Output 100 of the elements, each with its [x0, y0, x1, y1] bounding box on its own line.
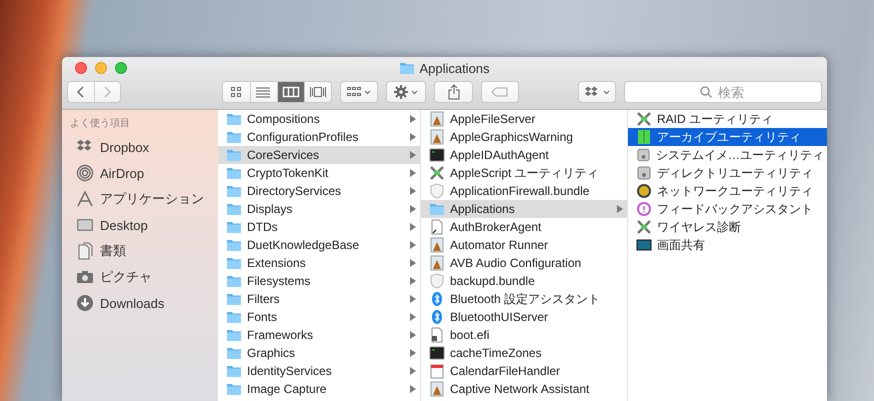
archive-icon — [636, 129, 652, 145]
file-row[interactable]: Extensions — [218, 254, 420, 272]
file-row[interactable]: DirectoryServices — [218, 182, 420, 200]
desktop-icon — [76, 216, 94, 234]
dropbox-button[interactable] — [578, 81, 616, 103]
file-row[interactable]: Bluetooth 設定アシスタント — [421, 290, 627, 308]
file-row[interactable]: 画面共有 — [628, 236, 827, 254]
pictures-icon — [76, 268, 94, 286]
file-row[interactable]: cacheTimeZones — [421, 344, 627, 362]
file-row[interactable]: AppleGraphicsWarning — [421, 128, 627, 146]
folder-icon — [226, 129, 242, 145]
view-mode-button[interactable] — [277, 82, 304, 102]
dropbox-icon — [584, 85, 600, 99]
folder-icon — [226, 255, 242, 271]
file-row[interactable]: ApplicationFirewall.bundle — [421, 182, 627, 200]
grid-icon — [347, 86, 361, 98]
file-row[interactable]: Applications — [421, 200, 627, 218]
view-mode-button[interactable] — [250, 82, 277, 102]
file-row[interactable]: CoreServices — [218, 146, 420, 164]
file-row[interactable]: ワイヤレス診断 — [628, 218, 827, 236]
sidebar-item[interactable]: アプリケーション — [70, 186, 218, 212]
chevron-left-icon — [76, 86, 85, 98]
file-row[interactable]: Fonts — [218, 308, 420, 326]
sidebar-item[interactable]: Desktop — [70, 212, 218, 238]
sidebar-item[interactable]: 書類 — [70, 238, 218, 264]
folder-icon — [226, 165, 242, 181]
back-button[interactable] — [68, 82, 94, 102]
file-row[interactable]: システムイメ…ユーティリティ — [628, 146, 827, 164]
folder-icon — [226, 111, 242, 127]
share-button[interactable] — [434, 81, 473, 103]
coverflow-view-icon — [309, 84, 327, 100]
app-icon — [429, 381, 445, 397]
file-row[interactable]: Automator Runner — [421, 236, 627, 254]
sidebar-item[interactable]: ピクチャ — [70, 264, 218, 290]
sidebar-item[interactable]: Dropbox — [70, 134, 218, 160]
file-row[interactable]: Displays — [218, 200, 420, 218]
tools-icon — [636, 219, 652, 235]
file-row[interactable]: AuthBrokerAgent — [421, 218, 627, 236]
calendar-icon — [429, 363, 445, 379]
share-icon — [448, 84, 460, 100]
file-row[interactable]: アーカイブユーティリティ — [628, 128, 827, 146]
folder-icon — [226, 327, 242, 343]
file-row[interactable]: Captive Network Assistant — [421, 380, 627, 398]
columns-view-icon — [282, 84, 300, 100]
screen-icon — [636, 237, 652, 253]
app-icon — [429, 255, 445, 271]
close-button[interactable] — [75, 62, 87, 74]
bluetooth-icon — [429, 291, 445, 307]
file-row[interactable]: DuetKnowledgeBase — [218, 236, 420, 254]
file-row[interactable]: Filters — [218, 290, 420, 308]
folder-icon — [226, 273, 242, 289]
applications-icon — [76, 190, 94, 208]
caret-icon — [603, 90, 610, 94]
file-row[interactable]: AppleScript ユーティリティ — [421, 164, 627, 182]
file-row[interactable]: AppleIDAuthAgent — [421, 146, 627, 164]
airdrop-icon — [76, 164, 94, 182]
file-row[interactable]: CryptoTokenKit — [218, 164, 420, 182]
folder-icon — [226, 183, 242, 199]
bundle-icon — [429, 273, 445, 289]
file-row[interactable]: ネットワークユーティリティ — [628, 182, 827, 200]
arrange-button[interactable] — [340, 81, 378, 103]
file-row[interactable]: boot.efi — [421, 326, 627, 344]
file-row[interactable]: AppleFileServer — [421, 110, 627, 128]
file-row[interactable]: RAID ユーティリティ — [628, 110, 827, 128]
file-row[interactable]: AVB Audio Configuration — [421, 254, 627, 272]
network-icon — [636, 183, 652, 199]
alias-icon — [429, 219, 445, 235]
file-row[interactable]: Frameworks — [218, 326, 420, 344]
sidebar-heading: よく使う項目 — [70, 117, 131, 130]
file-row[interactable]: CalendarFileHandler — [421, 362, 627, 380]
window-title: Applications — [419, 60, 490, 76]
chevron-right-icon — [103, 86, 112, 98]
file-row[interactable]: DTDs — [218, 218, 420, 236]
zoom-button[interactable] — [115, 62, 127, 74]
folder-icon — [226, 309, 242, 325]
file-row[interactable]: Compositions — [218, 110, 420, 128]
gear-icon — [394, 85, 408, 99]
caret-icon — [364, 90, 371, 94]
file-row[interactable]: Image Capture — [218, 380, 420, 398]
file-row[interactable]: Graphics — [218, 344, 420, 362]
sidebar-item[interactable]: Downloads — [70, 290, 218, 316]
settings-button[interactable] — [386, 81, 426, 103]
app-icon — [429, 129, 445, 145]
file-row[interactable]: IdentityServices — [218, 362, 420, 380]
folder-icon — [226, 363, 242, 379]
folder-icon — [226, 147, 242, 163]
view-mode-button[interactable] — [223, 82, 250, 102]
folder-icon — [226, 291, 242, 307]
file-row[interactable]: Filesystems — [218, 272, 420, 290]
folder-icon — [226, 345, 242, 361]
file-row[interactable]: BluetoothUIServer — [421, 308, 627, 326]
documents-icon — [76, 242, 94, 260]
file-row[interactable]: backupd.bundle — [421, 272, 627, 290]
app-icon — [429, 111, 445, 127]
file-row[interactable]: ディレクトリユーティリティ — [628, 164, 827, 182]
file-row[interactable]: フィードバックアシスタント — [628, 200, 827, 218]
sidebar-item[interactable]: AirDrop — [70, 160, 218, 186]
search-field[interactable]: 検索 — [624, 81, 822, 103]
downloads-icon — [76, 294, 94, 312]
view-mode-button[interactable] — [304, 82, 331, 102]
